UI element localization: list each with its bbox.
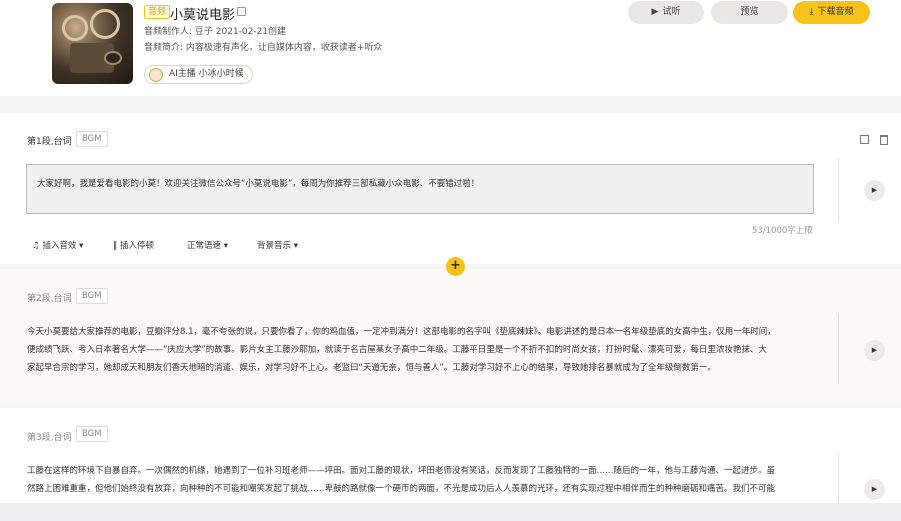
add-segment-button[interactable]: + [446, 257, 465, 276]
listen-button[interactable]: ▶ 试听 [628, 1, 704, 24]
divider [838, 314, 839, 384]
film-reel-icon [62, 15, 88, 41]
segment-text[interactable]: 今天小莫要给大家推荐的电影，豆瓣评分8.1，毫不夸张的说，只要你看了，你的鸡血值… [27, 323, 811, 377]
segment-3[interactable]: 第3段,台词 BGM 工藤在这样的环境下自暴自弃。一次偶然的机缘，她遇到了一位补… [0, 408, 901, 503]
pause-icon: ‖ [113, 241, 120, 251]
text-line: 家起早合宗的学习，她却成天和朋友们香天地暗的消遣、娱乐，对学习好不上心。老监曰“… [27, 363, 716, 373]
page-title: 小莫说电影 [170, 8, 236, 23]
ai-anchor-chip[interactable]: AI主播 小冰小时候 [144, 65, 253, 84]
segment-2[interactable]: 第2段,台词 BGM 今天小莫要给大家推荐的电影，豆瓣评分8.1，毫不夸张的说，… [0, 269, 901, 402]
divider [838, 158, 839, 222]
segment-play-button[interactable]: ▶ [864, 479, 885, 500]
preview-label: 预览 [740, 7, 759, 17]
segment-title: 第1段,台词 [27, 137, 72, 147]
char-counter: 53/1000字上限 [752, 226, 813, 236]
bgm-tag[interactable]: BGM [76, 131, 108, 147]
text-line: 工藤在这样的环境下自暴自弃。一次偶然的机缘，她遇到了一位补习班老师——坪田。面对… [27, 466, 776, 476]
tool-label: 插入音效 [42, 241, 77, 251]
anchor-label: AI主播 小冰小时候 [169, 69, 244, 79]
text-line: 便成绩飞跃、考入日本著名大学——“庆应大学”的故事。影片女主工藤沙耶加，就读于名… [27, 345, 767, 355]
segment-1: 第1段,台词 BGM 大家好啊，我是爱看电影的小莫！欢迎关注微信公众号“小莫说电… [0, 113, 901, 264]
tool-label: 正常语速 [187, 241, 222, 251]
segment-title: 第3段,台词 [27, 433, 72, 443]
chevron-down-icon: ▾ [76, 241, 84, 251]
download-label: 下载音频 [817, 7, 854, 17]
sound-effect-icon: ♫ [32, 241, 43, 251]
insert-pause-button[interactable]: ‖ 插入停顿 [113, 239, 154, 251]
bgm-tag[interactable]: BGM [76, 288, 108, 304]
projector-lens [104, 51, 122, 65]
avatar [149, 68, 163, 82]
listen-label: 试听 [662, 7, 681, 17]
cover-image [52, 3, 133, 84]
producer-info: 音频制作人: 豆子 2021-02-21创建 [144, 27, 287, 37]
speed-select[interactable]: 正常语速 ▾ [187, 239, 228, 251]
text-line: 今天小莫要给大家推荐的电影，豆瓣评分8.1，毫不夸张的说，只要你看了，你的鸡血值… [27, 327, 776, 337]
bgm-tag[interactable]: BGM [76, 426, 108, 442]
audio-badge: 音频 [144, 5, 171, 19]
preview-button[interactable]: 预览 [711, 1, 788, 24]
download-button[interactable]: ⤓ 下载音频 [793, 1, 870, 24]
segment-text[interactable]: 工藤在这样的环境下自暴自弃。一次偶然的机缘，她遇到了一位补习班老师——坪田。面对… [27, 462, 811, 498]
text-line: 然路上困难重重，但他们始终没有放弃，向种种的不可能和嘲笑发起了挑战……卑鼓的路就… [27, 484, 776, 494]
tool-label: 背景音乐 [257, 241, 292, 251]
tool-label: 插入停顿 [119, 241, 154, 251]
chevron-down-icon: ▾ [221, 241, 228, 251]
film-reel-icon [90, 9, 120, 39]
edit-icon[interactable] [237, 7, 246, 16]
bgm-select[interactable]: 背景音乐 ▾ [257, 239, 298, 251]
play-icon: ▶ [651, 7, 659, 17]
segment-play-button[interactable]: ▶ [864, 340, 885, 361]
segment-title: 第2段,台词 [27, 294, 72, 304]
download-icon: ⤓ [809, 7, 814, 17]
bottom-bar [0, 503, 901, 521]
audio-intro: 音频简介: 内容极速有声化，让自媒体内容，收获读者+听众 [144, 43, 383, 53]
segment-play-button[interactable]: ▶ [864, 180, 885, 201]
insert-sound-effect-button[interactable]: ♫ 插入音效 ▾ [32, 239, 83, 251]
divider [838, 453, 839, 503]
copy-icon[interactable] [860, 135, 869, 144]
segment-text-input[interactable]: 大家好啊，我是爱看电影的小莫！欢迎关注微信公众号“小莫说电影”，每周为你推荐三部… [26, 164, 814, 214]
audio-header: 音频 小莫说电影 音频制作人: 豆子 2021-02-21创建 音频简介: 内容… [0, 0, 901, 96]
chevron-down-icon: ▾ [291, 241, 298, 251]
trash-icon[interactable] [880, 135, 888, 145]
